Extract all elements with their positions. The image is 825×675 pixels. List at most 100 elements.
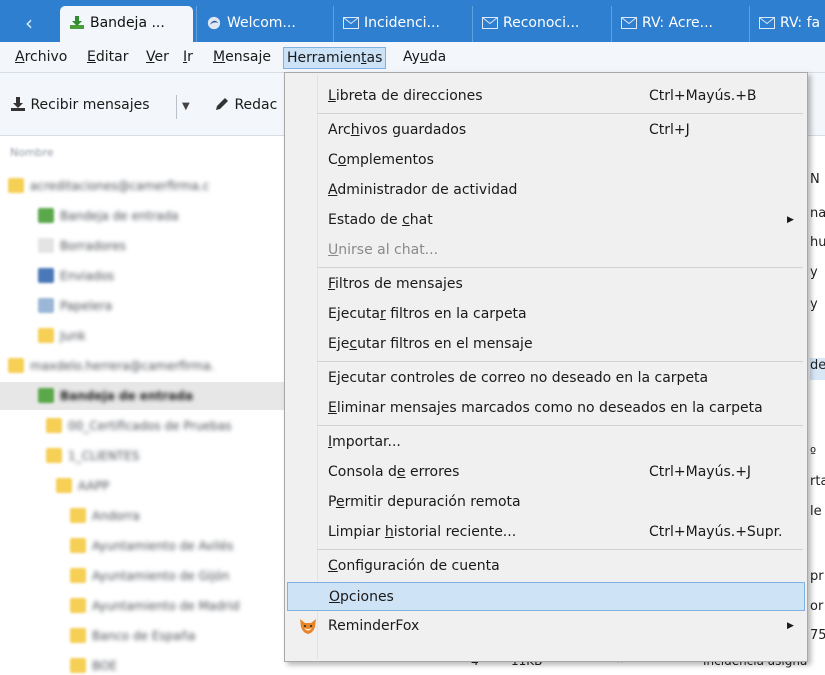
folder-row[interactable]: BOE bbox=[0, 652, 285, 675]
folder-column-header[interactable]: Nombre bbox=[10, 146, 54, 159]
folder-row[interactable]: Bandeja de entrada bbox=[0, 202, 285, 230]
menuitem-label: Ejecutar filtros en el mensaje bbox=[328, 336, 533, 352]
menuitem-label: Estado de chat bbox=[328, 212, 433, 228]
folder-name: Junk bbox=[60, 329, 86, 343]
account-folder-icon bbox=[8, 178, 24, 193]
menuitem-opciones[interactable]: Opciones bbox=[287, 582, 805, 611]
folder-row[interactable]: Bandeja de entrada bbox=[0, 382, 285, 410]
tab-bandeja[interactable]: Bandeja ... bbox=[60, 6, 193, 42]
folder-icon bbox=[70, 508, 86, 523]
message-text-fragment: rta bbox=[810, 474, 825, 489]
folder-name: 1_CLIENTES bbox=[68, 449, 140, 463]
menuitem-ejecutar-filtros-en-la-carpeta[interactable]: Ejecutar filtros en la carpeta bbox=[287, 300, 805, 329]
folder-pane: Nombre acreditaciones@camerfirma.c Bandej… bbox=[0, 136, 285, 675]
menuitem-libreta-de-direcciones[interactable]: Libreta de direcciones Ctrl+Mayús.+B bbox=[287, 82, 805, 111]
tab-label: Incidenci... bbox=[364, 15, 440, 31]
menuitem-consola-de-errores[interactable]: Consola de errores Ctrl+Mayús.+J bbox=[287, 458, 805, 487]
folder-row[interactable]: Ayuntamiento de Gijón bbox=[0, 562, 285, 590]
download-icon bbox=[11, 97, 25, 111]
menuitem-complementos[interactable]: Complementos bbox=[287, 146, 805, 175]
folder-name: maxdelo.herrera@camerfirma. bbox=[30, 359, 215, 373]
tab-incidenci[interactable]: Incidenci... bbox=[333, 6, 469, 42]
tab-welcom[interactable]: Welcom... bbox=[196, 6, 330, 42]
message-text-fragment: hu bbox=[810, 235, 825, 250]
menuitem-label: Ejecutar controles de correo no deseado … bbox=[328, 370, 709, 386]
folder-row[interactable]: Borradores bbox=[0, 232, 285, 260]
menuitem-filtros-de-mensajes[interactable]: Filtros de mensajes bbox=[287, 270, 805, 299]
menuitem-ejecutar-filtros-en-el-mensaje[interactable]: Ejecutar filtros en el mensaje bbox=[287, 330, 805, 359]
account-folder-icon bbox=[8, 358, 24, 373]
envelope-icon bbox=[482, 17, 498, 29]
folder-row[interactable]: Ayuntamiento de Madrid bbox=[0, 592, 285, 620]
menu-separator bbox=[317, 361, 803, 362]
folder-name: Bandeja de entrada bbox=[60, 389, 193, 403]
folder-icon bbox=[46, 448, 62, 463]
inbox-folder-icon bbox=[38, 208, 54, 223]
message-text-fragment: na bbox=[810, 206, 825, 221]
submenu-arrow-icon: ▶ bbox=[787, 621, 794, 631]
folder-row[interactable]: AAPP bbox=[0, 472, 285, 500]
folder-name: Bandeja de entrada bbox=[60, 209, 179, 223]
menu-herramientas[interactable]: Herramientas bbox=[283, 47, 387, 69]
chevron-down-icon: ▼ bbox=[176, 95, 190, 119]
submenu-arrow-icon: ▶ bbox=[787, 215, 794, 225]
folder-name: Enviados bbox=[60, 269, 115, 283]
menuitem-configuracion-de-cuenta[interactable]: Configuración de cuenta bbox=[287, 552, 805, 581]
folder-icon bbox=[70, 538, 86, 553]
folder-row[interactable]: Enviados bbox=[0, 262, 285, 290]
menu-ayuda[interactable]: Ayuda bbox=[400, 47, 449, 69]
menuitem-archivos-guardados[interactable]: Archivos guardados Ctrl+J bbox=[287, 116, 805, 145]
tab-rv-fa[interactable]: RV: fa bbox=[749, 6, 825, 42]
menuitem-label: Administrador de actividad bbox=[328, 182, 518, 198]
menuitem-importar[interactable]: Importar... bbox=[287, 428, 805, 457]
get-mail-button[interactable]: Recibir mensajes bbox=[10, 93, 150, 117]
get-mail-label: Recibir mensajes bbox=[30, 97, 150, 113]
menuitem-estado-de-chat[interactable]: Estado de chat ▶ bbox=[287, 206, 805, 235]
folder-row[interactable]: Papelera bbox=[0, 292, 285, 320]
menuitem-permitir-depuracion-remota[interactable]: Permitir depuración remota bbox=[287, 488, 805, 517]
menuitem-label: Limpiar historial reciente... bbox=[328, 524, 517, 540]
folder-name: Banco de España bbox=[92, 629, 196, 643]
menu-archivo[interactable]: Archivo bbox=[12, 47, 70, 69]
folder-row[interactable]: 00_Certificados de Pruebas bbox=[0, 412, 285, 440]
message-text-fragment: 75 bbox=[810, 628, 825, 643]
folder-name: AAPP bbox=[78, 479, 110, 493]
menuitem-label: Libreta de direcciones bbox=[328, 88, 483, 104]
folder-row[interactable]: Banco de España bbox=[0, 622, 285, 650]
folder-row[interactable]: Junk bbox=[0, 322, 285, 350]
menuitem-reminderfox[interactable]: ReminderFox ▶ bbox=[287, 612, 805, 641]
write-button[interactable]: Redac bbox=[214, 93, 277, 117]
tab-rv-acre[interactable]: RV: Acre... bbox=[611, 6, 746, 42]
folder-row[interactable]: 1_CLIENTES bbox=[0, 442, 285, 470]
folder-name: Borradores bbox=[60, 239, 126, 253]
menuitem-label: Ejecutar filtros en la carpeta bbox=[328, 306, 527, 322]
thunderbird-icon bbox=[207, 16, 221, 30]
tab-label: Reconoci... bbox=[503, 15, 580, 31]
sent-folder-icon bbox=[38, 268, 54, 283]
tab-scroll-left-button[interactable]: ‹ bbox=[8, 8, 50, 40]
folder-row[interactable]: Ayuntamiento de Avilés bbox=[0, 532, 285, 560]
folder-icon bbox=[70, 628, 86, 643]
folder-row[interactable]: Andorra bbox=[0, 502, 285, 530]
folder-name: Ayuntamiento de Avilés bbox=[92, 539, 234, 553]
menu-ir[interactable]: Ir bbox=[180, 47, 196, 69]
tab-reconoci[interactable]: Reconoci... bbox=[472, 6, 608, 42]
tab-label: RV: Acre... bbox=[642, 15, 714, 31]
inbox-download-icon bbox=[70, 16, 84, 29]
menuitem-ejecutar-controles-de-correo-no-deseado-en-la-carpeta[interactable]: Ejecutar controles de correo no deseado … bbox=[287, 364, 805, 393]
write-label: Redac bbox=[234, 97, 278, 113]
account-row[interactable]: maxdelo.herrera@camerfirma. bbox=[0, 352, 285, 380]
menu-mensaje[interactable]: Mensaje bbox=[210, 47, 274, 69]
menu-separator bbox=[317, 267, 803, 268]
menu-editar[interactable]: Editar bbox=[84, 47, 131, 69]
menuitem-label: Filtros de mensajes bbox=[328, 276, 463, 292]
account-row[interactable]: acreditaciones@camerfirma.c bbox=[0, 172, 285, 200]
get-mail-dropdown[interactable]: ▼ bbox=[176, 93, 190, 119]
folder-icon bbox=[70, 598, 86, 613]
menuitem-eliminar-mensajes-marcados-como-no-deseados-en-la-carpeta[interactable]: Eliminar mensajes marcados como no desea… bbox=[287, 394, 805, 423]
menuitem-limpiar-historial-reciente[interactable]: Limpiar historial reciente... Ctrl+Mayús.… bbox=[287, 518, 805, 547]
menuitem-administrador-de-actividad[interactable]: Administrador de actividad bbox=[287, 176, 805, 205]
envelope-icon bbox=[621, 17, 637, 29]
menu-ver[interactable]: Ver bbox=[143, 47, 172, 69]
tab-label: Welcom... bbox=[227, 15, 296, 31]
